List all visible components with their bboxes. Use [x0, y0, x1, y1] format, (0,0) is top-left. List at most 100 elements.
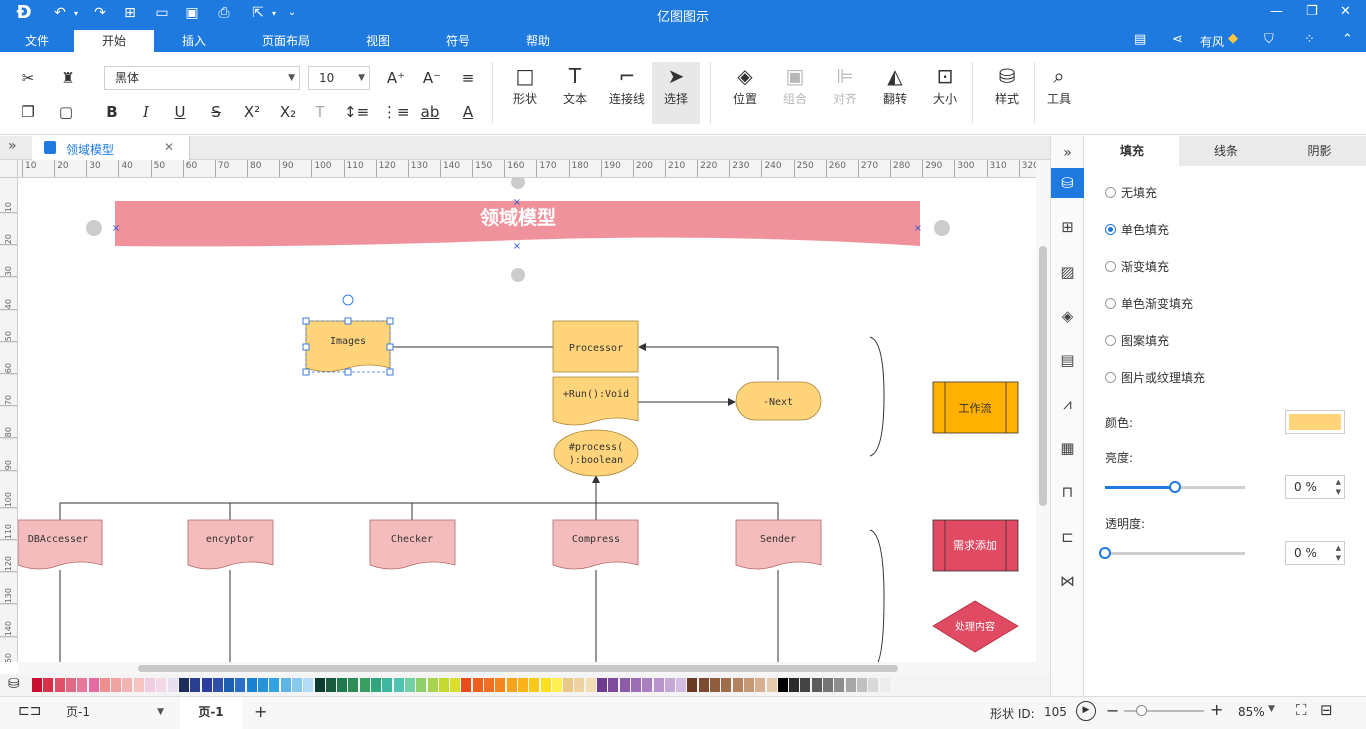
- color-swatch[interactable]: [811, 678, 822, 692]
- color-swatch[interactable]: [472, 678, 483, 692]
- diagram-title[interactable]: 领域模型: [480, 206, 556, 229]
- print-icon[interactable]: ⎙: [214, 5, 234, 21]
- color-swatch[interactable]: [416, 678, 427, 692]
- color-swatch[interactable]: [551, 678, 562, 692]
- user-name[interactable]: 有风: [1200, 33, 1224, 50]
- image-icon[interactable]: ▨: [1051, 257, 1084, 287]
- color-swatch[interactable]: [450, 678, 461, 692]
- color-swatch[interactable]: [438, 678, 449, 692]
- tab-page-layout[interactable]: 页面布局: [236, 30, 336, 52]
- page-tab[interactable]: 页-1: [180, 697, 242, 729]
- restore-icon[interactable]: ❐: [1306, 4, 1318, 19]
- group-button[interactable]: ▣ 组合: [772, 62, 818, 107]
- tab-shadow[interactable]: 阴影: [1273, 136, 1366, 166]
- color-swatch[interactable]: [755, 678, 766, 692]
- paste-icon[interactable]: ▢: [54, 100, 78, 124]
- color-swatch[interactable]: [167, 678, 178, 692]
- app-logo-icon[interactable]: Ð: [14, 2, 34, 23]
- zoom-knob[interactable]: [1136, 705, 1147, 716]
- tab-help[interactable]: 帮助: [498, 30, 578, 52]
- symbol-library-icon[interactable]: ⊞: [1051, 212, 1084, 242]
- shape-button[interactable]: □ 形状: [502, 62, 548, 107]
- color-swatch[interactable]: [258, 678, 268, 692]
- fill-bucket-icon[interactable]: ⛁: [8, 676, 20, 692]
- arrow-up-icon[interactable]: [511, 178, 525, 189]
- color-swatch[interactable]: [178, 678, 189, 692]
- fill-option-pattern[interactable]: 图案填充: [1105, 332, 1169, 350]
- color-swatch[interactable]: [404, 678, 415, 692]
- color-swatch[interactable]: [359, 678, 370, 692]
- tools-button[interactable]: ⌕ 工具: [1036, 62, 1082, 107]
- tab-fill[interactable]: 填充: [1085, 136, 1179, 166]
- color-swatch[interactable]: [664, 678, 675, 692]
- color-swatch[interactable]: [269, 678, 280, 692]
- increase-font-icon[interactable]: A⁺: [384, 66, 408, 90]
- data-chart-icon[interactable]: ⩘: [1051, 389, 1084, 419]
- subscript-icon[interactable]: X₂: [276, 100, 300, 124]
- color-swatch[interactable]: [823, 678, 833, 692]
- fill-color-picker[interactable]: [1285, 410, 1345, 434]
- color-swatch[interactable]: [314, 678, 325, 692]
- font-family-select[interactable]: 黑体 ▼: [104, 66, 300, 90]
- color-swatch[interactable]: [111, 678, 122, 692]
- color-swatch[interactable]: [642, 678, 653, 692]
- color-swatch[interactable]: [201, 678, 212, 692]
- highlight-icon[interactable]: ab: [418, 100, 442, 124]
- apps-grid-icon[interactable]: ⁘: [1304, 32, 1315, 47]
- arrow-down-icon[interactable]: [511, 268, 525, 282]
- font-color-icon[interactable]: A: [456, 100, 480, 124]
- color-swatch[interactable]: [653, 678, 664, 692]
- text-button[interactable]: T 文本: [552, 62, 598, 107]
- align-button[interactable]: ⊫ 对齐: [822, 62, 868, 107]
- color-swatch[interactable]: [382, 678, 393, 692]
- color-swatch[interactable]: [676, 678, 687, 692]
- transparency-slider[interactable]: [1099, 547, 1245, 559]
- fullscreen-icon[interactable]: ⛶: [1296, 701, 1307, 719]
- color-swatch[interactable]: [224, 678, 235, 692]
- zoom-slider[interactable]: [1124, 705, 1204, 716]
- connector-line[interactable]: [59, 502, 779, 520]
- tab-insert[interactable]: 插入: [154, 30, 234, 52]
- add-page-icon[interactable]: +: [254, 702, 267, 721]
- undo-dropdown-icon[interactable]: ▾: [66, 9, 86, 18]
- brightness-slider[interactable]: [1105, 481, 1245, 493]
- bullets-icon[interactable]: ⋮≡: [382, 100, 410, 124]
- color-swatch[interactable]: [495, 678, 506, 692]
- page-properties-icon[interactable]: ▤: [1051, 345, 1084, 375]
- color-swatch[interactable]: [574, 678, 585, 692]
- color-swatch[interactable]: [868, 678, 879, 692]
- page-list-icon[interactable]: ⊏⊐: [18, 703, 41, 719]
- close-icon[interactable]: ✕: [1340, 4, 1351, 19]
- color-swatch[interactable]: [65, 678, 76, 692]
- color-swatch[interactable]: [879, 678, 890, 692]
- zoom-in-icon[interactable]: +: [1210, 700, 1223, 719]
- drawing-canvas[interactable]: 领域模型 × × × × Images Processor +Run():Voi…: [18, 178, 1036, 662]
- color-swatch[interactable]: [133, 678, 144, 692]
- color-swatch[interactable]: [122, 678, 133, 692]
- color-swatch[interactable]: [156, 678, 167, 692]
- bracket-shape[interactable]: [869, 336, 885, 457]
- play-icon[interactable]: ▶: [1076, 701, 1096, 721]
- select-button[interactable]: ➤ 选择: [652, 62, 700, 124]
- format-icon[interactable]: ⊏: [1051, 522, 1084, 552]
- arrow-left-icon[interactable]: [86, 220, 102, 236]
- zoom-level[interactable]: 85%: [1238, 705, 1265, 719]
- fit-page-icon[interactable]: ⊟: [1320, 701, 1333, 719]
- open-folder-icon[interactable]: ▭: [152, 5, 172, 21]
- underline-icon[interactable]: U: [168, 100, 192, 124]
- align-icon[interactable]: ≡: [456, 66, 480, 90]
- color-swatch[interactable]: [732, 678, 743, 692]
- color-swatch[interactable]: [845, 678, 856, 692]
- fill-option-solid[interactable]: 单色填充: [1105, 221, 1169, 239]
- arrow-right-icon[interactable]: [934, 220, 950, 236]
- fill-option-mono-gradient[interactable]: 单色渐变填充: [1105, 295, 1193, 313]
- tab-view[interactable]: 视图: [340, 30, 416, 52]
- process-shape[interactable]: [553, 429, 639, 477]
- size-button[interactable]: ⊡ 大小: [922, 62, 968, 107]
- font-size-select[interactable]: 10 ▼: [308, 66, 370, 90]
- run-shape[interactable]: [552, 376, 639, 426]
- color-swatch[interactable]: [54, 678, 65, 692]
- color-swatch[interactable]: [800, 678, 811, 692]
- superscript-icon[interactable]: X²: [240, 100, 264, 124]
- fill-option-none[interactable]: 无填充: [1105, 184, 1157, 202]
